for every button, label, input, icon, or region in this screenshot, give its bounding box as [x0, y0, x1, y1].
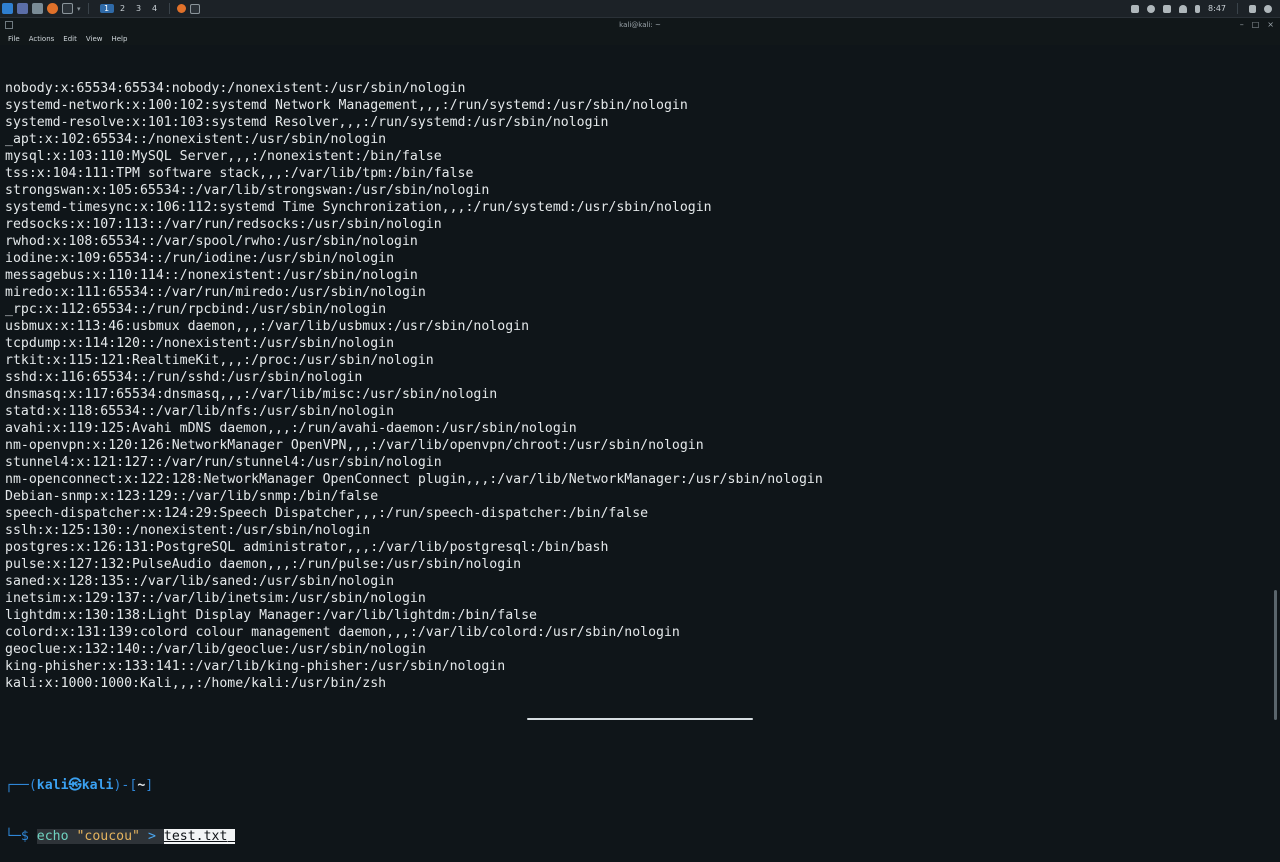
battery-icon[interactable] — [1195, 4, 1201, 13]
redirect-operator: > — [147, 829, 156, 844]
command-word: echo — [36, 829, 69, 844]
output-line: geoclue:x:132:140::/var/lib/geoclue:/usr… — [5, 642, 426, 657]
prompt-user-host: kali㉿kali — [36, 778, 114, 793]
maximize-icon[interactable]: □ — [1252, 20, 1260, 29]
panel-separator — [168, 3, 170, 14]
output-line: lightdm:x:130:138:Light Display Manager:… — [5, 608, 537, 623]
menu-bar: File Actions Edit View Help — [0, 32, 1280, 45]
output-line: colord:x:131:139:colord colour managemen… — [5, 625, 680, 640]
output-line: nm-openconnect:x:122:128:NetworkManager … — [5, 472, 823, 487]
file-manager-icon[interactable] — [32, 3, 43, 14]
output-line: iodine:x:109:65534::/run/iodine:/usr/sbi… — [5, 251, 395, 266]
prompt-frame: )-[ — [113, 778, 138, 793]
output-line: strongswan:x:105:65534::/var/lib/strongs… — [5, 183, 490, 198]
output-line: tcpdump:x:114:120::/nonexistent:/usr/sbi… — [5, 336, 395, 351]
output-line: miredo:x:111:65534::/var/run/miredo:/usr… — [5, 285, 426, 300]
output-line: king-phisher:x:133:141::/var/lib/king-ph… — [5, 659, 506, 674]
output-line: mysql:x:103:110:MySQL Server,,,:/nonexis… — [5, 149, 442, 164]
output-line: nm-openvpn:x:120:126:NetworkManager Open… — [5, 438, 704, 453]
output-line: avahi:x:119:125:Avahi mDNS daemon,,,:/ru… — [5, 421, 577, 436]
prompt-line-1: ┌──(kali㉿kali)-[~] — [5, 777, 1270, 794]
minimize-icon[interactable]: – — [1240, 20, 1244, 29]
output-line: speech-dispatcher:x:124:29:Speech Dispat… — [5, 506, 649, 521]
output-line: systemd-network:x:100:102:systemd Networ… — [5, 98, 688, 113]
workspace-1[interactable]: 1 — [99, 4, 114, 13]
network-icon[interactable] — [1163, 4, 1172, 13]
scrollbar[interactable] — [1274, 590, 1277, 720]
output-line: sslh:x:125:130::/nonexistent:/usr/sbin/n… — [5, 523, 371, 538]
notification-icon[interactable] — [1179, 4, 1188, 13]
output-line: postgres:x:126:131:PostgreSQL administra… — [5, 540, 609, 555]
chevron-down-icon[interactable]: ▾ — [77, 5, 81, 13]
firefox-task-icon[interactable] — [176, 4, 186, 13]
workspace-switcher: 1 2 3 4 — [99, 4, 162, 13]
workspace-3[interactable]: 3 — [132, 4, 146, 13]
output-line: kali:x:1000:1000:Kali,,,:/home/kali:/usr… — [5, 676, 387, 691]
output-line: systemd-timesync:x:106:112:systemd Time … — [5, 200, 712, 215]
output-line: inetsim:x:129:137::/var/lib/inetsim:/usr… — [5, 591, 426, 606]
workspace-4[interactable]: 4 — [148, 4, 162, 13]
panel-separator — [87, 3, 89, 14]
menu-view[interactable]: View — [86, 35, 103, 43]
output-line: systemd-resolve:x:101:103:systemd Resolv… — [5, 115, 609, 130]
output-line: _apt:x:102:65534::/nonexistent:/usr/sbin… — [5, 132, 387, 147]
output-line: statd:x:118:65534::/var/lib/nfs:/usr/sbi… — [5, 404, 395, 419]
window-title: kali@kali: ~ — [619, 21, 661, 29]
window-titlebar[interactable]: kali@kali: ~ – □ × — [0, 18, 1280, 32]
string-argument: "coucou" — [76, 829, 141, 844]
output-line: dnsmasq:x:117:65534:dnsmasq,,,:/var/lib/… — [5, 387, 498, 402]
lock-icon[interactable] — [1249, 4, 1256, 13]
prompt-frame: ] — [145, 778, 154, 793]
output-line: usbmux:x:113:46:usbmux daemon,,,:/var/li… — [5, 319, 530, 334]
output-line: tss:x:104:111:TPM software stack,,,:/var… — [5, 166, 474, 181]
desktop-icon[interactable] — [17, 3, 28, 14]
workspace-2[interactable]: 2 — [116, 4, 130, 13]
output-line: _rpc:x:112:65534::/run/rpcbind:/usr/sbin… — [5, 302, 387, 317]
prompt-cwd: ~ — [137, 778, 146, 793]
output-line: nobody:x:65534:65534:nobody:/nonexistent… — [5, 81, 466, 96]
output-line: redsocks:x:107:113::/var/run/redsocks:/u… — [5, 217, 442, 232]
menu-actions[interactable]: Actions — [29, 35, 55, 43]
clock[interactable]: 8:47 — [1208, 4, 1226, 13]
power-icon[interactable] — [1264, 4, 1272, 13]
close-icon[interactable]: × — [1267, 20, 1274, 29]
output-line: pulse:x:127:132:PulseAudio daemon,,,:/ru… — [5, 557, 522, 572]
terminal-icon[interactable] — [62, 3, 73, 14]
firefox-icon[interactable] — [47, 3, 58, 14]
display-icon[interactable] — [1131, 4, 1140, 13]
prompt-line-2[interactable]: └─$ echo "coucou" > test.txt — [5, 828, 1270, 845]
menu-file[interactable]: File — [8, 35, 20, 43]
output-line: rwhod:x:108:65534::/var/spool/rwho:/usr/… — [5, 234, 418, 249]
terminal-output[interactable]: nobody:x:65534:65534:nobody:/nonexistent… — [5, 46, 1270, 844]
menu-edit[interactable]: Edit — [63, 35, 77, 43]
output-line: rtkit:x:115:121:RealtimeKit,,,:/proc:/us… — [5, 353, 434, 368]
top-panel: ▾ 1 2 3 4 8:47 — [0, 0, 1280, 18]
prompt-arrow: └─$ — [5, 829, 37, 844]
window-icon — [5, 21, 13, 29]
kali-menu-icon[interactable] — [2, 3, 13, 14]
volume-icon[interactable] — [1147, 4, 1156, 13]
panel-separator — [1237, 3, 1238, 14]
prompt-frame: ┌──( — [5, 778, 37, 793]
terminal-task-icon[interactable] — [189, 3, 200, 14]
output-line: saned:x:128:135::/var/lib/saned:/usr/sbi… — [5, 574, 395, 589]
output-line: stunnel4:x:121:127::/var/run/stunnel4:/u… — [5, 455, 442, 470]
output-line: messagebus:x:110:114::/nonexistent:/usr/… — [5, 268, 418, 283]
file-argument: test.txt — [163, 829, 228, 844]
output-line: sshd:x:116:65534::/run/sshd:/usr/sbin/no… — [5, 370, 363, 385]
menu-help[interactable]: Help — [111, 35, 127, 43]
output-line: Debian-snmp:x:123:129::/var/lib/snmp:/bi… — [5, 489, 379, 504]
passwd-output: nobody:x:65534:65534:nobody:/nonexistent… — [5, 80, 1270, 692]
